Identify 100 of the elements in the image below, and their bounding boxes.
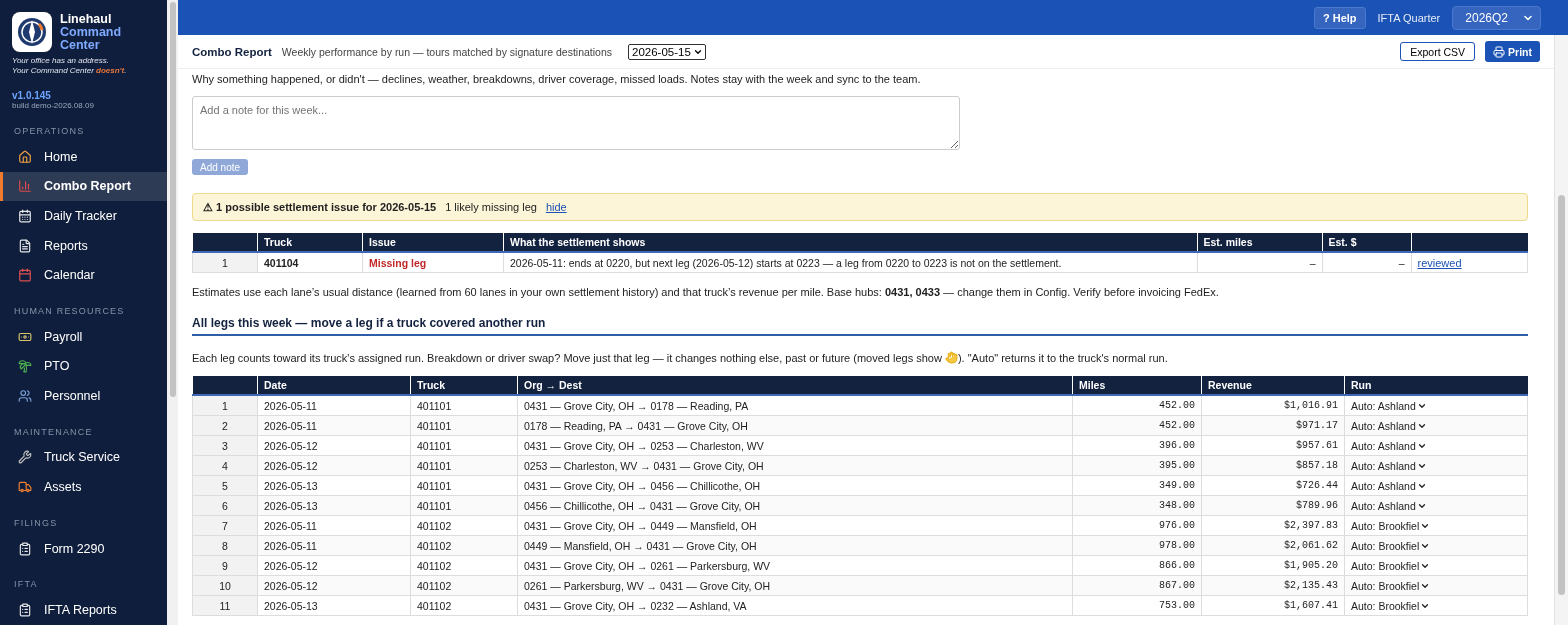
- hand-icon: [944, 351, 958, 364]
- table-cell: 401101: [410, 395, 518, 416]
- table-cell: 401101: [410, 415, 518, 436]
- section-heading: FILINGS: [13, 516, 59, 530]
- sidebar-item[interactable]: Assets: [0, 472, 167, 502]
- row-number: 7: [192, 515, 258, 536]
- table-cell: 452.00: [1072, 395, 1202, 416]
- table-cell: 401101: [410, 435, 518, 456]
- reviewed-link[interactable]: reviewed: [1417, 256, 1462, 269]
- table-cell: 753.00: [1072, 595, 1202, 616]
- brand-name: Command: [60, 25, 122, 39]
- row-number: 8: [192, 535, 258, 556]
- printer-icon: [1493, 45, 1506, 58]
- palm-tree-icon: [18, 359, 32, 374]
- week-select[interactable]: 2026-05-15: [628, 43, 706, 60]
- alert-title: ⚠ 1 possible settlement issue for 2026-05-15: [203, 200, 437, 214]
- hide-link[interactable]: hide: [545, 201, 567, 213]
- column-header: [192, 233, 258, 252]
- row-number: 1: [192, 395, 258, 416]
- brand-name: Linehaul: [60, 12, 113, 26]
- table-cell: 2026-05-11: [257, 395, 411, 416]
- table-cell: –: [1322, 252, 1411, 273]
- table-cell: 0431 — Grove City, OH → 0178 — Reading, PA: [517, 395, 1073, 416]
- table-cell: 401101: [410, 475, 518, 496]
- help-button[interactable]: ? Help: [1313, 6, 1366, 29]
- sidebar-item[interactable]: Calendar: [0, 260, 167, 290]
- table-cell: 866.00: [1072, 555, 1202, 576]
- table-cell: $1,607.41: [1201, 595, 1345, 616]
- column-header: Date: [257, 376, 411, 395]
- print-button[interactable]: Print: [1485, 41, 1540, 62]
- section-title: All legs this week — move a leg if a truck covered another run: [192, 316, 1528, 336]
- row-number: 3: [192, 435, 258, 456]
- sidebar-item[interactable]: Home: [0, 142, 167, 172]
- row-number: 11: [192, 595, 258, 616]
- export-csv-button[interactable]: Export CSV: [1400, 42, 1476, 61]
- section-heading: HUMAN RESOURCES: [13, 304, 126, 318]
- table-cell: 2026-05-11: ends at 0220, but next leg (2026-05-12) starts at 0223 — a leg from 0220 to 0223 is not on the settlement.: [503, 252, 1197, 273]
- table-cell: 0253 — Charleston, WV → 0431 — Grove City, OH: [517, 455, 1073, 476]
- quarter-select[interactable]: 2026Q2: [1452, 5, 1541, 30]
- tagline: Your office has an address.: [12, 56, 110, 66]
- version-label: v1.0.145: [12, 90, 52, 101]
- table-cell: $2,397.83: [1201, 515, 1345, 536]
- section-heading: MAINTENANCE: [13, 425, 94, 439]
- page-subtitle: Weekly performance by run — tours matched by signature destinations: [281, 45, 612, 58]
- people-icon: [18, 388, 32, 403]
- bar-chart-icon: [18, 179, 32, 194]
- help-text: ). "Auto" returns it to the truck's normal run.: [957, 351, 1168, 364]
- table-cell: 2026-05-11: [257, 515, 411, 536]
- table-cell: 2026-05-12: [257, 455, 411, 476]
- table-cell: 0431 — Grove City, OH → 0253 — Charleston, WV: [517, 435, 1073, 456]
- sidebar-item[interactable]: Form 2290: [0, 533, 167, 564]
- table-cell: 0431 — Grove City, OH → 0261 — Parkersburg, WV: [517, 555, 1073, 576]
- sidebar-item[interactable]: Truck Service: [0, 442, 167, 473]
- table-cell: 0431 — Grove City, OH → 0456 — Chillicothe, OH: [517, 475, 1073, 496]
- row-number: 9: [192, 555, 258, 576]
- table-cell: 401101: [410, 455, 518, 476]
- wrench-icon: [18, 450, 32, 465]
- table-cell: 401102: [410, 595, 518, 616]
- sidebar-item[interactable]: Combo Report: [0, 171, 167, 202]
- page-title: Combo Report: [192, 45, 272, 58]
- calendar-icon: [18, 268, 32, 283]
- table-cell: $957.61: [1201, 435, 1345, 456]
- clipboard-icon: [18, 541, 32, 556]
- column-header: Truck: [410, 376, 518, 395]
- build-label: build demo-2026.08.09: [12, 101, 95, 110]
- sidebar-item[interactable]: Payroll: [0, 321, 167, 352]
- table-cell: $2,061.62: [1201, 535, 1345, 556]
- table-cell: $726.44: [1201, 475, 1345, 496]
- table-cell: $1,905.20: [1201, 555, 1345, 576]
- sidebar-item[interactable]: PTO: [0, 351, 167, 382]
- table-cell: 2026-05-12: [257, 435, 411, 456]
- alert-detail: 1 likely missing leg: [445, 201, 537, 213]
- scrollbar-thumb[interactable]: [169, 2, 176, 397]
- estimates-note: Estimates use each lane’s usual distance (learned from 60 lanes in your own settlement history) and that truck’s revenue per mile. Base hubs: 0431, 0433 — change them in Config. Verify before invoicing FedEx.: [192, 285, 1220, 299]
- table-cell: 0261 — Parkersburg, WV → 0431 — Grove City, OH: [517, 575, 1073, 596]
- row-number: 2: [192, 415, 258, 436]
- table-cell: $971.17: [1201, 415, 1345, 436]
- sidebar-item[interactable]: IFTA Reports: [0, 595, 167, 625]
- clipboard-icon: [18, 603, 32, 618]
- row-number: 4: [192, 455, 258, 476]
- column-header: Issue: [362, 233, 504, 252]
- table-cell: Missing leg: [362, 252, 504, 273]
- sidebar-item[interactable]: Personnel: [0, 381, 167, 411]
- table-cell: 976.00: [1072, 515, 1202, 536]
- table-cell: 2026-05-11: [257, 415, 411, 436]
- row-number: 1: [192, 252, 258, 273]
- table-cell: 2026-05-12: [257, 555, 411, 576]
- scrollbar-thumb[interactable]: [1558, 195, 1565, 595]
- sidebar-item[interactable]: Daily Tracker: [0, 201, 167, 231]
- table-cell: 0178 — Reading, PA → 0431 — Grove City, OH: [517, 415, 1073, 436]
- column-header: Truck: [257, 233, 363, 252]
- table-cell: 349.00: [1072, 475, 1202, 496]
- section-heading: OPERATIONS: [13, 125, 86, 138]
- table-cell: 395.00: [1072, 455, 1202, 476]
- table-cell: 2026-05-13: [257, 475, 411, 496]
- table-cell: $789.96: [1201, 495, 1345, 516]
- table-cell: 348.00: [1072, 495, 1202, 516]
- note-input-field[interactable]: Add a note for this week...: [192, 96, 960, 150]
- sidebar-item[interactable]: Reports: [0, 230, 167, 261]
- help-text: Each leg counts toward its truck's assigned run. Breakdown or driver swap? Move just that leg — it changes nothing else, past or future (moved legs show: [192, 351, 943, 364]
